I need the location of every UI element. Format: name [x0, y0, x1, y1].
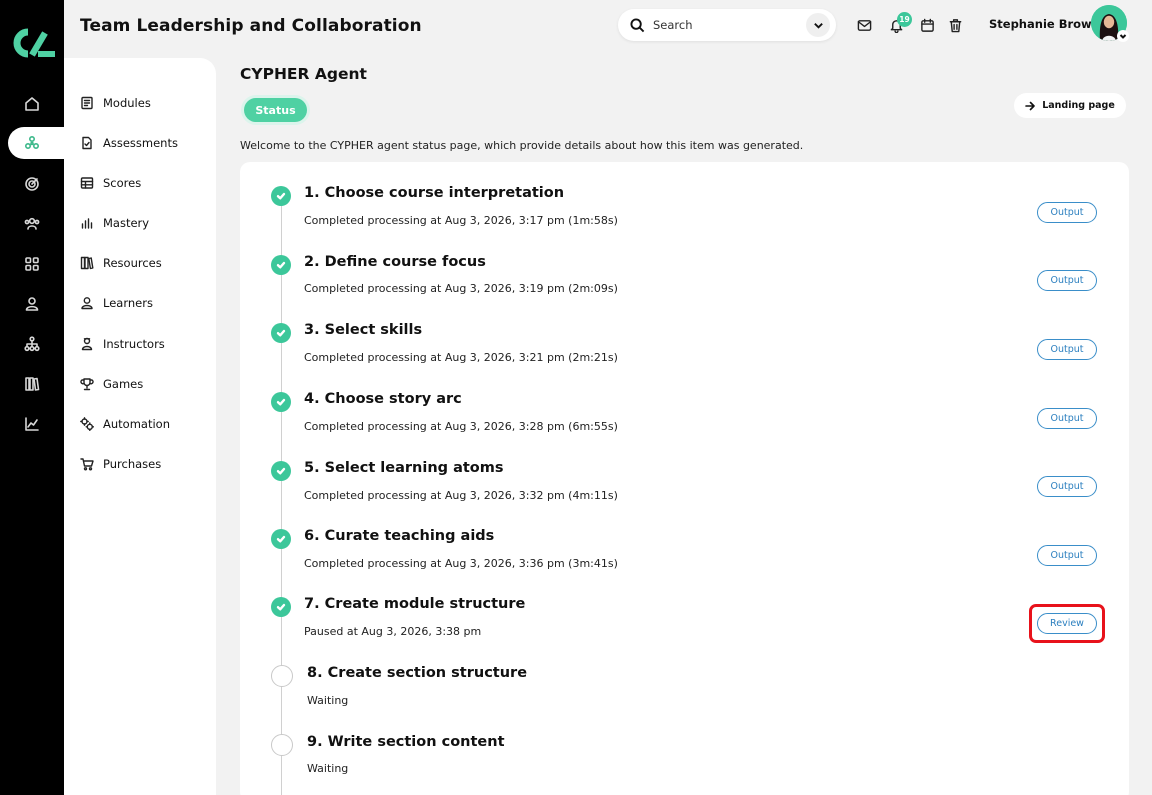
- output-button[interactable]: Output: [1037, 476, 1097, 497]
- step-status: Paused at Aug 3, 2026, 3:38 pm: [304, 625, 482, 638]
- step-title: 8. Create section structure: [307, 665, 528, 681]
- calendar-icon[interactable]: [918, 16, 936, 34]
- icon-rail: [0, 0, 78, 795]
- tab-status-label: Status: [244, 98, 307, 122]
- rail-home-icon[interactable]: [0, 88, 64, 120]
- rail-users-icon[interactable]: [0, 208, 64, 240]
- rail-target-icon[interactable]: [0, 168, 64, 200]
- pending-circle-icon: [271, 734, 293, 756]
- review-highlight: [1029, 604, 1105, 643]
- person-icon: [81, 297, 93, 310]
- gears-icon: [80, 417, 94, 431]
- step-status: Completed processing at Aug 3, 2026, 3:3…: [304, 489, 618, 502]
- search-dropdown-button[interactable]: [806, 13, 830, 37]
- user-menu-chevron-icon[interactable]: [1117, 30, 1129, 42]
- app-title: Team Leadership and Collaboration: [80, 16, 422, 36]
- notification-badge: 19: [897, 12, 912, 27]
- step-status: Completed processing at Aug 3, 2026, 3:2…: [304, 420, 618, 433]
- rail-chart-icon[interactable]: [0, 408, 64, 440]
- search-icon: [630, 17, 645, 32]
- search-input[interactable]: [653, 18, 793, 32]
- output-button[interactable]: Output: [1037, 408, 1097, 429]
- check-icon: [271, 461, 291, 481]
- sidebar-item-mastery[interactable]: Mastery: [80, 213, 149, 233]
- app-logo-icon[interactable]: [8, 26, 56, 60]
- landing-page-label: Landing page: [1042, 100, 1115, 111]
- book-icon: [81, 96, 93, 110]
- step-status: Waiting: [307, 694, 349, 707]
- sidebar-item-label: Modules: [103, 96, 151, 110]
- landing-page-button[interactable]: Landing page: [1014, 93, 1126, 118]
- cart-icon: [80, 458, 94, 471]
- step-title: 6. Curate teaching aids: [304, 528, 495, 544]
- sidebar-item-label: Assessments: [103, 136, 178, 150]
- step-title: 5. Select learning atoms: [304, 460, 504, 476]
- search-bar: [618, 9, 836, 41]
- sidebar-item-label: Instructors: [103, 337, 165, 351]
- step-title: 3. Select skills: [304, 322, 423, 338]
- instructor-icon: [81, 337, 93, 351]
- check-icon: [271, 597, 291, 617]
- sidebar-item-assessments[interactable]: Assessments: [80, 133, 178, 153]
- output-button[interactable]: Output: [1037, 339, 1097, 360]
- step-status: Completed processing at Aug 3, 2026, 3:2…: [304, 351, 618, 364]
- check-icon: [271, 255, 291, 275]
- rail-grid-icon[interactable]: [0, 248, 64, 280]
- sidebar-item-purchases[interactable]: Purchases: [80, 454, 161, 474]
- step-status: Completed processing at Aug 3, 2026, 3:1…: [304, 282, 618, 295]
- check-icon: [271, 529, 291, 549]
- rail-user-icon[interactable]: [0, 288, 64, 320]
- table-icon: [80, 177, 94, 189]
- check-icon: [271, 186, 291, 206]
- tab-status[interactable]: Status: [241, 95, 310, 125]
- sidebar-item-learners[interactable]: Learners: [80, 293, 153, 313]
- output-button[interactable]: Output: [1037, 270, 1097, 291]
- sidebar-item-automation[interactable]: Automation: [80, 414, 170, 434]
- step-title: 7. Create module structure: [304, 596, 526, 612]
- step-status: Completed processing at Aug 3, 2026, 3:3…: [304, 557, 618, 570]
- mail-icon[interactable]: [855, 16, 873, 34]
- rail-library-icon[interactable]: [0, 368, 64, 400]
- sidebar-item-label: Automation: [103, 417, 170, 431]
- sidebar-item-label: Games: [103, 377, 144, 391]
- sidebar-item-label: Learners: [103, 296, 153, 310]
- document-icon: [82, 136, 92, 150]
- arrow-right-icon: [1025, 101, 1035, 110]
- bar-chart-icon: [81, 218, 93, 229]
- step-title: 9. Write section content: [307, 734, 505, 750]
- output-button[interactable]: Output: [1037, 202, 1097, 223]
- step-title: 2. Define course focus: [304, 254, 486, 270]
- user-name: Stephanie Brown: [989, 17, 1100, 31]
- sidebar-item-games[interactable]: Games: [80, 374, 143, 394]
- sidebar-item-label: Scores: [103, 176, 142, 190]
- sidebar-item-instructors[interactable]: Instructors: [80, 334, 165, 354]
- output-button[interactable]: Output: [1037, 545, 1097, 566]
- sidebar-item-label: Resources: [103, 256, 162, 270]
- sidebar-item-modules[interactable]: Modules: [80, 93, 151, 113]
- trophy-icon: [80, 378, 94, 391]
- chevron-down-icon: [813, 22, 823, 29]
- step-title: 1. Choose course interpretation: [304, 185, 565, 201]
- rail-hierarchy-icon[interactable]: [0, 328, 64, 360]
- step-title: 4. Choose story arc: [304, 391, 462, 407]
- page-title: CYPHER Agent: [240, 65, 367, 83]
- sidebar-item-label: Purchases: [103, 457, 162, 471]
- step-status: Waiting: [307, 762, 349, 775]
- books-icon: [80, 256, 94, 270]
- step-status: Completed processing at Aug 3, 2026, 3:1…: [304, 214, 618, 227]
- sidebar-item-resources[interactable]: Resources: [80, 253, 162, 273]
- sidebar: Modules Assessments Scores Mastery Resou…: [64, 58, 216, 795]
- timeline-line: [281, 205, 282, 795]
- sidebar-item-scores[interactable]: Scores: [80, 173, 141, 193]
- intro-text: Welcome to the CYPHER agent status page,…: [240, 139, 804, 152]
- check-icon: [271, 392, 291, 412]
- sidebar-item-label: Mastery: [103, 216, 150, 230]
- trash-icon[interactable]: [946, 16, 964, 34]
- check-icon: [271, 323, 291, 343]
- pending-circle-icon: [271, 665, 293, 687]
